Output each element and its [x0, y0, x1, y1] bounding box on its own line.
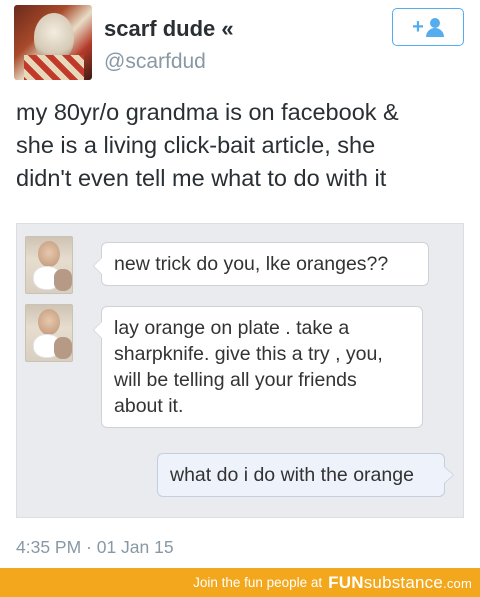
grandma-avatar	[25, 304, 73, 362]
message-line: lay orange on plate . take a	[114, 317, 350, 339]
message-line: about it.	[114, 395, 184, 417]
chat-message-incoming: lay orange on plate . take a sharpknife.…	[93, 306, 423, 428]
follow-button[interactable]: +	[392, 8, 464, 46]
plus-icon: +	[412, 15, 424, 38]
tweet-text-line: she is a living click-bait article, she	[16, 132, 376, 158]
user-handle[interactable]: @scarfdud	[104, 50, 206, 74]
message-line: will be telling all your friends	[114, 369, 357, 391]
person-icon	[425, 17, 444, 37]
tweet-timestamp[interactable]: 4:35 PM · 01 Jan 15	[16, 537, 174, 558]
footer-banner[interactable]: Join the fun people at FUNsubstance.com	[0, 568, 480, 597]
message-line: new trick do you, lke oranges??	[114, 253, 389, 275]
site-logo: FUNsubstance.com	[328, 572, 472, 592]
message-line: what do i do with the orange	[170, 464, 414, 486]
tweet-header: scarf dude « @scarfdud +	[0, 0, 480, 92]
tweet-text-line: didn't even tell me what to do with it	[16, 165, 387, 191]
tweet-text-line: my 80yr/o grandma is on facebook &	[16, 99, 399, 125]
chat-screenshot: new trick do you, lke oranges?? lay oran…	[16, 223, 464, 518]
tweet-text: my 80yr/o grandma is on facebook & she i…	[16, 96, 472, 195]
message-line: sharpknife. give this a try , you,	[114, 343, 383, 365]
display-name[interactable]: scarf dude «	[104, 16, 234, 42]
footer-tagline: Join the fun people at	[193, 575, 323, 590]
chat-message-incoming: new trick do you, lke oranges??	[93, 242, 429, 286]
profile-avatar[interactable]	[14, 5, 92, 80]
chat-message-outgoing: what do i do with the orange	[157, 453, 454, 497]
grandma-avatar	[25, 236, 73, 294]
